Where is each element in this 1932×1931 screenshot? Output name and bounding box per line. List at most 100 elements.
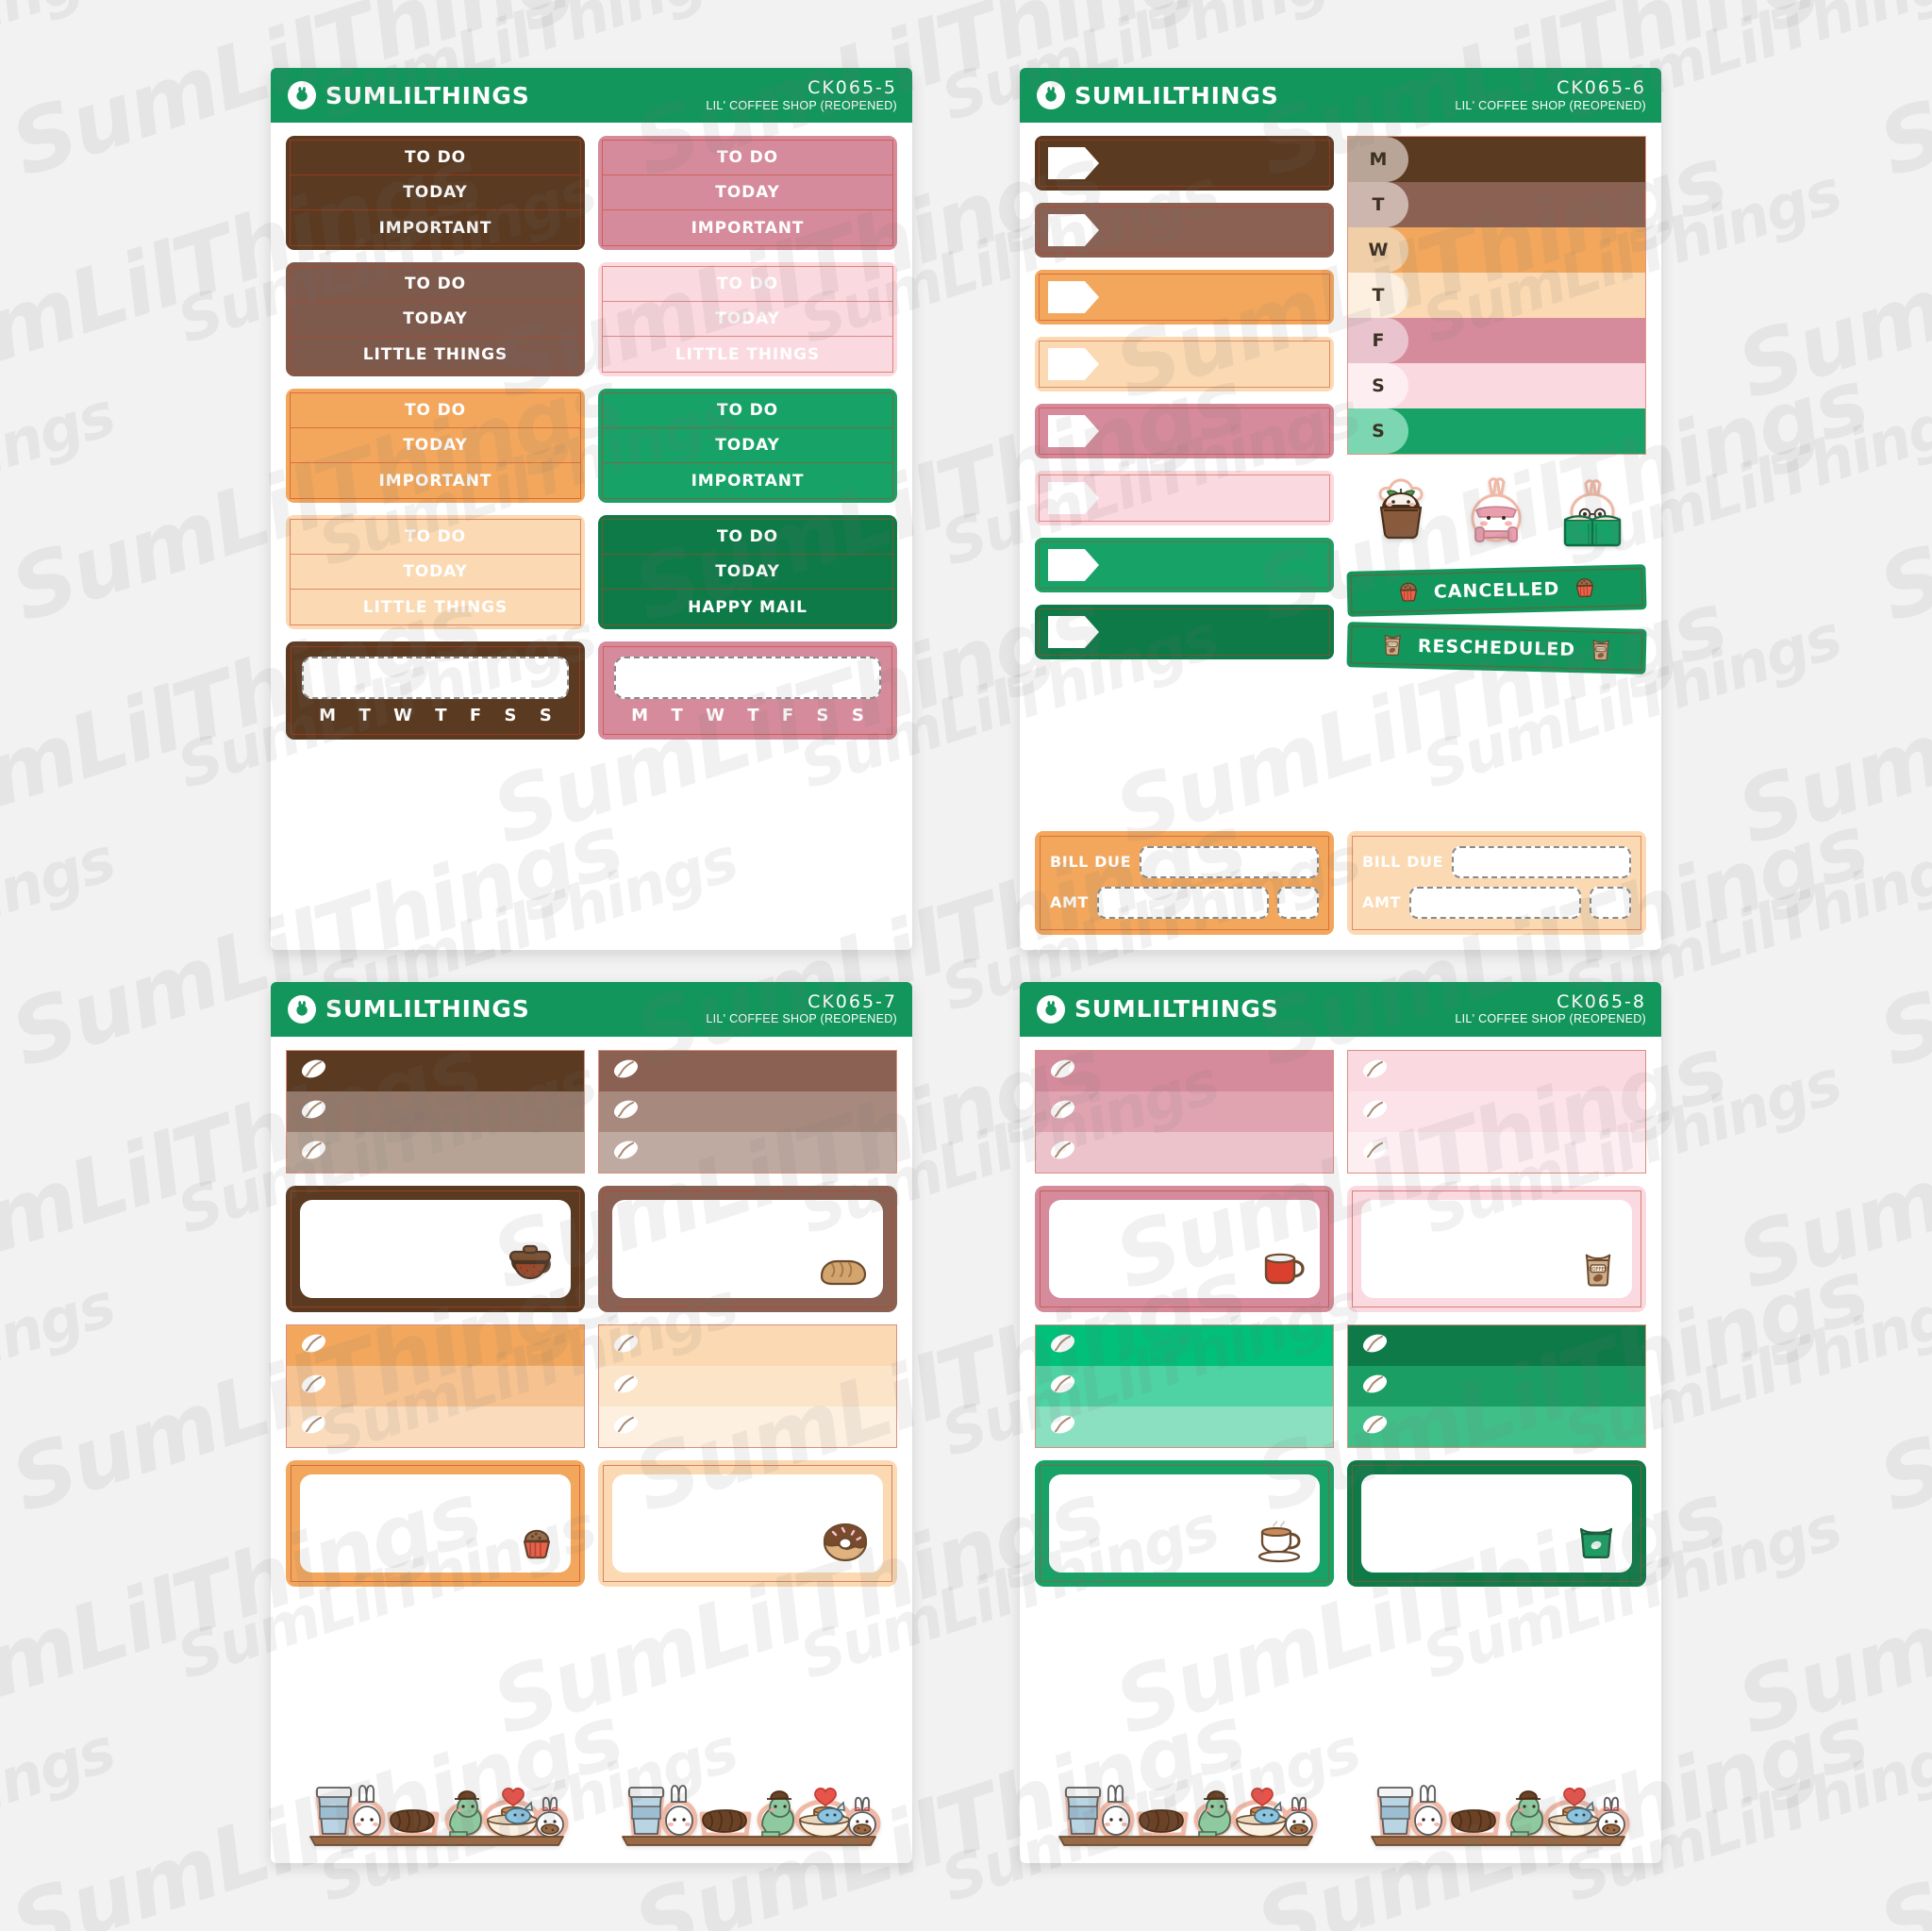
amount-field[interactable] xyxy=(1097,886,1269,919)
bean-list-dark-green[interactable] xyxy=(1347,1323,1646,1448)
write-in-box[interactable] xyxy=(1049,1199,1320,1298)
bill-due-orange[interactable]: BILL DUE AMT xyxy=(1035,830,1334,935)
note-box-dusty-rose[interactable] xyxy=(1035,1185,1334,1312)
note-box-light-pink[interactable]: COFFEE xyxy=(1347,1185,1646,1312)
bean-list-orange[interactable] xyxy=(286,1323,585,1448)
weekday-bar[interactable]: S xyxy=(1348,363,1645,408)
bean-checklist-row[interactable] xyxy=(287,1406,584,1447)
bill-due-field[interactable] xyxy=(1452,845,1631,878)
bean-checklist-row[interactable] xyxy=(599,1090,896,1132)
note-box-mauve[interactable] xyxy=(598,1185,897,1312)
bean-checklist-row[interactable] xyxy=(287,1131,584,1173)
sticker-sheet-grid: SUMLILTHINGS CK065-5 LIL' COFFEE SHOP (R… xyxy=(0,0,1932,1931)
plant-in-pot-sticker[interactable] xyxy=(1366,476,1436,550)
cancelled-banner[interactable]: CANCELLED xyxy=(1346,564,1647,617)
bunny-reading-book-sticker[interactable] xyxy=(1557,476,1627,550)
note-box-green[interactable] xyxy=(1035,1459,1334,1587)
bean-checklist-row[interactable] xyxy=(1348,1324,1645,1366)
bean-checklist-row[interactable] xyxy=(1348,1050,1645,1091)
note-box-orange[interactable] xyxy=(286,1459,585,1587)
amount-cents-field[interactable] xyxy=(1590,886,1631,919)
bill-due-field[interactable] xyxy=(1140,845,1319,878)
flag-bar-green[interactable] xyxy=(1035,538,1334,592)
bean-list-peach[interactable] xyxy=(598,1323,897,1448)
weekday-bar[interactable]: T xyxy=(1348,182,1645,227)
coffee-shop-deco-strip[interactable] xyxy=(598,1757,897,1848)
todo-row-label: TODAY xyxy=(291,555,580,590)
bean-checklist-row[interactable] xyxy=(599,1131,896,1173)
todo-dark-brown[interactable]: TO DO TODAY IMPORTANT xyxy=(286,136,585,250)
bean-checklist-row[interactable] xyxy=(1348,1365,1645,1407)
bean-checklist-row[interactable] xyxy=(599,1324,896,1366)
todo-peach[interactable]: TO DO TODAY LITTLE THINGS xyxy=(286,515,585,629)
weekday-bar[interactable]: T xyxy=(1348,273,1645,318)
bean-checklist-row[interactable] xyxy=(1348,1131,1645,1173)
bean-list-dark-brown[interactable] xyxy=(286,1049,585,1174)
bean-checklist-row[interactable] xyxy=(1036,1365,1333,1407)
bean-checklist-row[interactable] xyxy=(599,1050,896,1091)
bean-checklist-row[interactable] xyxy=(599,1406,896,1447)
bean-list-light-pink[interactable] xyxy=(1347,1049,1646,1174)
flag-bar-dark-green[interactable] xyxy=(1035,605,1334,659)
bean-checklist-row[interactable] xyxy=(1036,1131,1333,1173)
bean-checklist-row[interactable] xyxy=(1036,1050,1333,1091)
bean-checklist-row[interactable] xyxy=(1348,1090,1645,1132)
todo-light-pink[interactable]: TO DO TODAY LITTLE THINGS xyxy=(598,262,897,376)
bean-checklist-row[interactable] xyxy=(287,1090,584,1132)
weekday-bar[interactable]: M xyxy=(1348,137,1645,182)
bean-checklist-row[interactable] xyxy=(1036,1090,1333,1132)
flag-bar-dark-brown[interactable] xyxy=(1035,136,1334,191)
flag-bar-mauve-brown[interactable] xyxy=(1035,203,1334,258)
bean-checklist-row[interactable] xyxy=(1348,1406,1645,1447)
bunny-with-dumbbell-sticker[interactable] xyxy=(1461,476,1531,550)
todo-green[interactable]: TO DO TODAY IMPORTANT xyxy=(598,389,897,503)
todo-dusty-rose[interactable]: TO DO TODAY IMPORTANT xyxy=(598,136,897,250)
bill-due-peach[interactable]: BILL DUE AMT xyxy=(1347,830,1646,935)
flag-bar-light-pink[interactable] xyxy=(1035,471,1334,525)
todo-orange[interactable]: TO DO TODAY IMPORTANT xyxy=(286,389,585,503)
bean-list-green[interactable] xyxy=(1035,1323,1334,1448)
coffee-shop-deco-strip[interactable] xyxy=(286,1757,585,1848)
write-in-box[interactable] xyxy=(1361,1473,1632,1573)
bean-list-mauve[interactable] xyxy=(598,1049,897,1174)
day-tracker-brown[interactable]: MTWTFSS xyxy=(286,641,585,740)
note-box-peach[interactable] xyxy=(598,1459,897,1587)
weekday-bar[interactable]: F xyxy=(1348,318,1645,363)
coffee-bean-icon xyxy=(1049,1099,1076,1124)
write-in-box[interactable]: COFFEE xyxy=(1361,1199,1632,1298)
flag-bar-peach[interactable] xyxy=(1035,337,1334,391)
amount-cents-field[interactable] xyxy=(1277,886,1319,919)
write-in-box[interactable] xyxy=(302,657,569,699)
flag-bar-dusty-rose[interactable] xyxy=(1035,404,1334,458)
write-in-box[interactable] xyxy=(612,1473,883,1573)
write-in-box[interactable] xyxy=(612,1199,883,1298)
coffee-shop-deco-strip[interactable] xyxy=(1347,1757,1646,1848)
bean-checklist-row[interactable] xyxy=(1036,1406,1333,1447)
rescheduled-banner[interactable]: COFFEE RESCHEDULED COFFEE xyxy=(1346,622,1647,674)
sheet-header: SUMLILTHINGS CK065-5 LIL' COFFEE SHOP (R… xyxy=(271,68,912,123)
weekday-bar[interactable]: W xyxy=(1348,227,1645,273)
bean-checklist-row[interactable] xyxy=(287,1324,584,1366)
muffin-icon xyxy=(1393,575,1423,609)
bean-checklist-row[interactable] xyxy=(1036,1324,1333,1366)
coffee-bag-icon: COFFEE xyxy=(1576,1246,1620,1290)
bean-checklist-row[interactable] xyxy=(287,1050,584,1091)
flag-bar-orange[interactable] xyxy=(1035,270,1334,325)
note-box-dark-brown[interactable] xyxy=(286,1185,585,1312)
bean-list-dusty-rose[interactable] xyxy=(1035,1049,1334,1174)
weekday-bar[interactable]: S xyxy=(1348,408,1645,454)
write-in-box[interactable] xyxy=(300,1473,571,1573)
bean-checklist-row[interactable] xyxy=(287,1365,584,1407)
note-box-dark-green[interactable] xyxy=(1347,1459,1646,1587)
todo-dark-green[interactable]: TO DO TODAY HAPPY MAIL xyxy=(598,515,897,629)
write-in-box[interactable] xyxy=(300,1199,571,1298)
coffee-bean-icon xyxy=(300,1099,327,1124)
coffee-shop-deco-strip[interactable] xyxy=(1035,1757,1334,1848)
todo-row-label: TODAY xyxy=(603,555,892,590)
bean-checklist-row[interactable] xyxy=(599,1365,896,1407)
day-tracker-pink[interactable]: MTWTFSS xyxy=(598,641,897,740)
write-in-box[interactable] xyxy=(614,657,881,699)
write-in-box[interactable] xyxy=(1049,1473,1320,1573)
amount-field[interactable] xyxy=(1409,886,1581,919)
todo-mauve-brown[interactable]: TO DO TODAY LITTLE THINGS xyxy=(286,262,585,376)
